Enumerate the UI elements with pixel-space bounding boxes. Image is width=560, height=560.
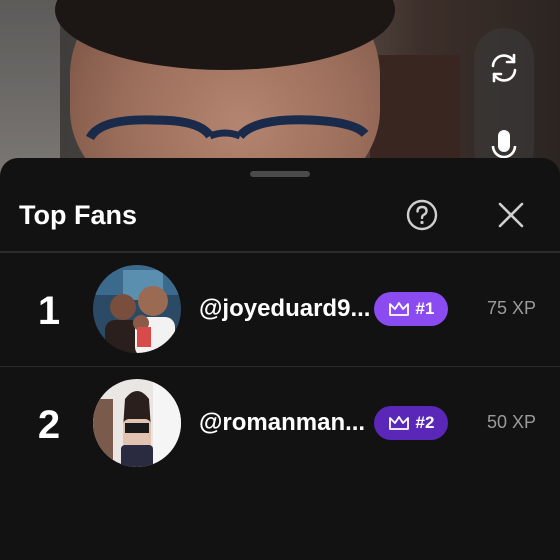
fan-rank: 2 [37, 403, 61, 447]
close-icon[interactable] [494, 198, 528, 232]
badge-label: #1 [415, 299, 435, 318]
sheet-drag-handle[interactable] [250, 171, 310, 177]
badge-label: #2 [415, 413, 435, 432]
fan-row[interactable]: 2 @romanman... #2 50 XP [0, 367, 560, 479]
crown-icon [388, 302, 409, 316]
camera-preview [0, 0, 560, 175]
rank-badge: #1 [374, 292, 448, 326]
background-wall [0, 0, 60, 175]
sheet-title: Top Fans [19, 200, 137, 230]
fan-xp: 75 XP [486, 298, 536, 318]
fan-rank: 1 [37, 289, 61, 333]
top-fans-sheet: Top Fans 1 @joyeduard9... #1 75 XP 2 @ro… [0, 158, 560, 560]
avatar[interactable] [93, 265, 181, 353]
avatar[interactable] [93, 379, 181, 467]
fan-username[interactable]: @joyeduard9... [199, 295, 371, 323]
camera-flip-icon[interactable] [478, 42, 530, 94]
fan-row[interactable]: 1 @joyeduard9... #1 75 XP [0, 253, 560, 365]
rank-badge: #2 [374, 406, 448, 440]
fan-xp: 50 XP [486, 412, 536, 432]
background-door [370, 55, 460, 175]
live-stream-screen: Top Fans 1 @joyeduard9... #1 75 XP 2 @ro… [0, 0, 560, 560]
crown-icon [388, 416, 409, 430]
fan-username[interactable]: @romanman... [199, 409, 371, 437]
question-circle-icon[interactable] [405, 198, 439, 232]
